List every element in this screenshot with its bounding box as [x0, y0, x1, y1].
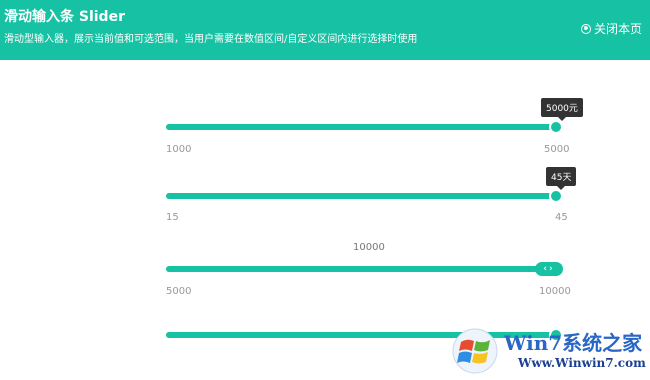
slider-tooltip: 5000元 [541, 98, 583, 121]
slider-min-label: 15 [166, 212, 179, 223]
slider-fill [166, 124, 559, 130]
page-header: 滑动输入条 Slider 滑动型输入器，展示当前值和可选范围，当用户需要在数值区… [0, 0, 650, 60]
slider-max-label: 5000 [544, 144, 570, 155]
slider-track[interactable] [166, 124, 559, 130]
close-page-button[interactable]: 关闭本页 [580, 20, 642, 37]
slider-fill [166, 266, 559, 272]
slider-tooltip: 45天 [546, 167, 577, 190]
slider-handle[interactable] [549, 189, 563, 203]
slider-track[interactable] [166, 266, 559, 272]
price-slider: 5000元 1000 5000 [166, 98, 583, 158]
slider-fill [166, 193, 559, 199]
slider-min-label: 5000 [166, 286, 192, 297]
watermark-text: Win7系统之家 [504, 331, 643, 355]
slider-handle[interactable]: ‹› [535, 262, 563, 276]
slider-track[interactable] [166, 193, 559, 199]
range-slider: 10000 ‹› 5000 10000 [166, 242, 571, 302]
page-title: 滑动输入条 Slider [4, 9, 125, 25]
close-circle-icon [580, 23, 591, 34]
page-subtitle: 滑动型输入器，展示当前值和可选范围，当用户需要在数值区间/自定义区间内进行选择时… [4, 34, 418, 45]
days-slider: 45天 15 45 [166, 167, 577, 227]
close-page-label: 关闭本页 [593, 22, 642, 36]
windows-logo-icon [452, 328, 498, 374]
slider-min-label: 1000 [166, 144, 192, 155]
watermark-url: Www.Winwin7.com [518, 356, 646, 370]
slider-max-label: 10000 [539, 286, 571, 297]
left-right-arrows-icon: ‹› [543, 264, 555, 274]
slider-handle[interactable] [549, 120, 563, 134]
slider-max-label: 45 [555, 212, 568, 223]
slider-value-label: 10000 [353, 242, 385, 253]
watermark: Win7系统之家 Www.Winwin7.com [450, 322, 650, 380]
